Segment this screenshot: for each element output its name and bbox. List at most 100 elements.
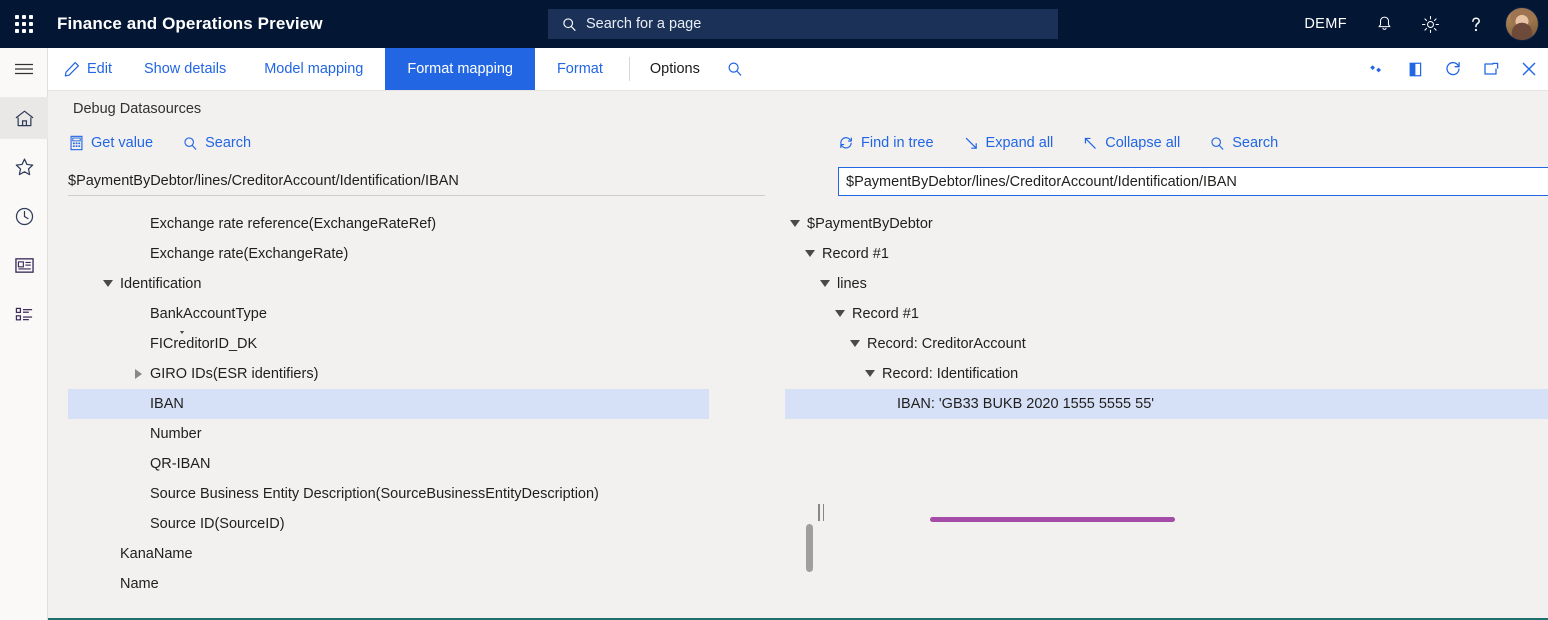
personalize-diamonds-icon[interactable] — [1358, 48, 1396, 90]
tab-format-mapping[interactable]: Format mapping — [385, 48, 535, 90]
edit-label: Edit — [87, 61, 112, 77]
notification-bell-icon[interactable] — [1361, 0, 1407, 48]
global-search-placeholder: Search for a page — [586, 16, 701, 32]
tab-format[interactable]: Format — [535, 48, 625, 90]
settings-gear-icon[interactable] — [1407, 0, 1453, 48]
collapse-all-button[interactable]: Collapse all — [1083, 135, 1180, 151]
search-icon — [562, 17, 577, 32]
result-tree-node-label: lines — [835, 276, 867, 292]
chevron-down-icon[interactable] — [830, 311, 850, 318]
datasources-search-button[interactable]: Search — [183, 135, 251, 151]
datasources-tree-node[interactable]: IBAN — [68, 389, 709, 419]
datasources-tree-node-label: Identification — [118, 276, 201, 292]
datasources-tree-node[interactable]: Number — [68, 419, 768, 449]
result-tree-toolbar: Find in tree Expand all Collapse all — [785, 127, 1548, 159]
result-path-row: $PaymentByDebtor/lines/CreditorAccount/I… — [785, 167, 1548, 199]
help-question-icon[interactable] — [1453, 0, 1499, 48]
datasources-tree-node[interactable]: Source ID(SourceID) — [68, 509, 768, 539]
close-icon[interactable] — [1510, 48, 1548, 90]
datasources-tree-node[interactable]: Identification — [68, 269, 768, 299]
application-window: Finance and Operations Preview Search fo… — [0, 0, 1548, 620]
datasources-tree-node-label: Exchange rate reference(ExchangeRateRef) — [148, 216, 436, 232]
refresh-icon[interactable] — [1434, 48, 1472, 90]
edit-button[interactable]: Edit — [48, 48, 128, 90]
search-icon — [1210, 136, 1225, 151]
user-avatar[interactable] — [1505, 7, 1539, 41]
datasources-tree-node[interactable]: BankAccountType — [68, 299, 768, 329]
datasources-tree-node[interactable]: Exchange rate(ExchangeRate) — [68, 239, 768, 269]
datasources-tree-node[interactable]: Name — [68, 569, 768, 599]
app-launcher-icon[interactable] — [0, 0, 48, 48]
open-in-new-window-icon[interactable] — [1472, 48, 1510, 90]
datasources-toolbar: Get value Search — [48, 127, 773, 159]
page-content: Debug Datasources Get value — [48, 91, 1548, 620]
result-tree-node[interactable]: lines — [785, 269, 1548, 299]
datasources-tree-node[interactable]: Exchange rate reference(ExchangeRateRef) — [68, 209, 768, 239]
datasources-tree-node-label: Source ID(SourceID) — [148, 516, 285, 532]
action-pane-spacer — [754, 48, 1358, 90]
result-tree-node[interactable]: Record: Identification — [785, 359, 1548, 389]
workspaces-icon — [14, 256, 35, 275]
company-selector[interactable]: DEMF — [1290, 16, 1361, 32]
chevron-right-icon[interactable] — [128, 369, 148, 379]
sidebar-item-favorites[interactable] — [0, 146, 48, 188]
find-in-tree-button[interactable]: Find in tree — [838, 135, 934, 151]
datasources-pane: Get value Search $PaymentByDebtor/lines/… — [48, 127, 773, 620]
get-value-button[interactable]: Get value — [69, 135, 153, 151]
sidebar-item-home[interactable] — [0, 97, 48, 139]
datasources-tree-node[interactable]: FICreditorID_DK — [68, 329, 768, 359]
chevron-down-icon[interactable] — [800, 251, 820, 258]
modules-list-icon — [14, 305, 35, 324]
search-icon — [183, 136, 198, 151]
hamburger-menu-icon[interactable] — [0, 48, 48, 90]
refresh-find-icon — [838, 135, 854, 151]
chevron-down-icon[interactable] — [815, 281, 835, 288]
datasources-tree-node[interactable]: Source Business Entity Description(Sourc… — [68, 479, 768, 509]
sidebar-item-workspaces[interactable] — [0, 244, 48, 286]
expand-all-button[interactable]: Expand all — [964, 135, 1054, 151]
result-tree-search-label: Search — [1232, 135, 1278, 151]
datasources-path-row: $PaymentByDebtor/lines/CreditorAccount/I… — [48, 167, 773, 199]
show-details-button[interactable]: Show details — [128, 48, 242, 90]
expand-all-label: Expand all — [986, 135, 1054, 151]
star-favorites-icon — [14, 157, 35, 177]
result-tree-node[interactable]: IBAN: 'GB33 BUKB 2020 1555 5555 55' — [785, 389, 1548, 419]
result-tree-node-label: Record #1 — [820, 246, 889, 262]
find-in-tree-label: Find in tree — [861, 135, 934, 151]
get-value-label: Get value — [91, 135, 153, 151]
global-search-box[interactable]: Search for a page — [548, 9, 1058, 39]
app-title: Finance and Operations Preview — [57, 14, 323, 34]
datasources-tree-node[interactable]: KanaName — [68, 539, 768, 569]
options-button[interactable]: Options — [634, 48, 716, 90]
chevron-down-icon[interactable] — [98, 281, 118, 288]
sidebar-item-recent[interactable] — [0, 195, 48, 237]
datasources-tree-node[interactable]: QR-IBAN — [68, 449, 768, 479]
datasources-tree-node-label: GIRO IDs(ESR identifiers) — [148, 366, 318, 382]
datasources-tree-node-label: BankAccountType — [148, 306, 267, 322]
datasources-tree-node[interactable]: GIRO IDs(ESR identifiers) — [68, 359, 768, 389]
datasources-tree: Exchange rate reference(ExchangeRateRef)… — [68, 209, 768, 620]
action-pane-search-icon[interactable] — [716, 48, 754, 90]
datasources-tree-node-label: Source Business Entity Description(Sourc… — [148, 486, 599, 502]
result-tree-node[interactable]: $PaymentByDebtor — [785, 209, 1548, 239]
chevron-down-icon[interactable] — [845, 341, 865, 348]
result-path-input[interactable]: $PaymentByDebtor/lines/CreditorAccount/I… — [838, 167, 1548, 196]
chevron-down-icon[interactable] — [860, 371, 880, 378]
datasources-path-input[interactable]: $PaymentByDebtor/lines/CreditorAccount/I… — [68, 167, 765, 196]
result-tree: $PaymentByDebtorRecord #1linesRecord #1R… — [785, 209, 1548, 620]
sidebar-item-modules[interactable] — [0, 293, 48, 335]
result-tree-node[interactable]: Record: CreditorAccount — [785, 329, 1548, 359]
result-tree-search-button[interactable]: Search — [1210, 135, 1278, 151]
result-tree-node-label: $PaymentByDebtor — [805, 216, 933, 232]
datasources-tree-node-label: Exchange rate(ExchangeRate) — [148, 246, 348, 262]
split-view-icon[interactable] — [1396, 48, 1434, 90]
clock-recent-icon — [14, 206, 35, 227]
result-tree-node[interactable]: Record #1 — [785, 299, 1548, 329]
chevron-down-icon[interactable] — [785, 221, 805, 228]
show-details-label: Show details — [144, 61, 226, 77]
tab-format-mapping-label: Format mapping — [407, 61, 513, 77]
result-tree-node[interactable]: Record #1 — [785, 239, 1548, 269]
calculator-get-value-icon — [69, 135, 84, 151]
tab-model-mapping[interactable]: Model mapping — [242, 48, 385, 90]
highlight-underline — [930, 517, 1175, 522]
